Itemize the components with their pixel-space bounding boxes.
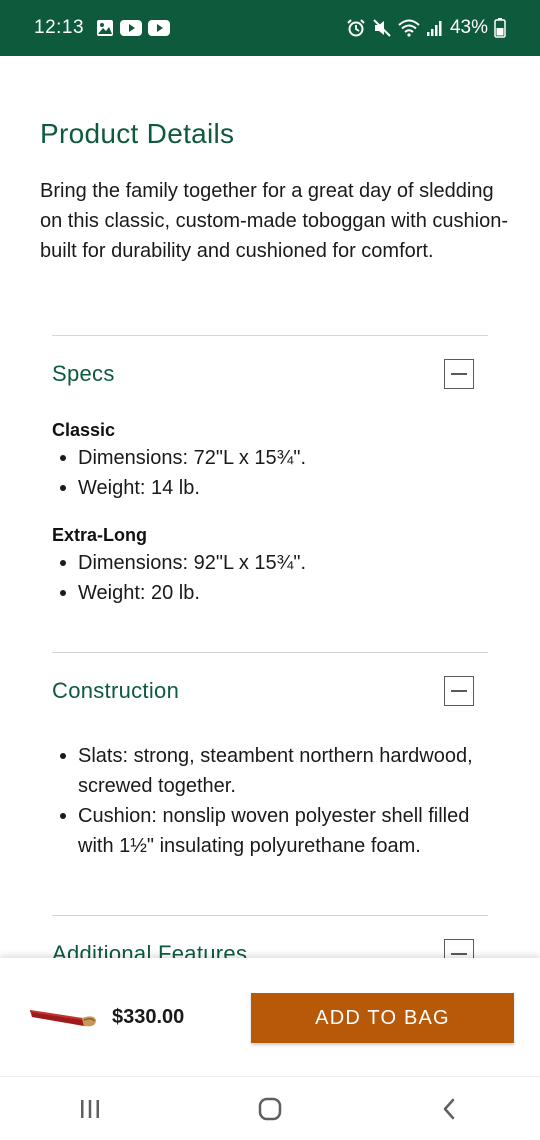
youtube-icon xyxy=(120,20,143,36)
list-item: Weight: 14 lb. xyxy=(52,473,488,503)
gallery-icon xyxy=(96,19,114,37)
specs-section: Specs Classic Dimensions: 72"L x 15¾". W… xyxy=(52,335,488,608)
status-left: 12:13 xyxy=(34,17,171,39)
collapse-additional-features-button[interactable] xyxy=(444,939,474,958)
spec-group-title: Extra-Long xyxy=(52,525,148,545)
specs-title: Specs xyxy=(52,361,115,386)
alarm-icon xyxy=(346,18,366,38)
specs-header[interactable]: Specs xyxy=(52,336,488,412)
price: $330.00 xyxy=(112,1006,185,1028)
additional-features-section: Additional Features xyxy=(52,915,488,958)
collapse-construction-button[interactable] xyxy=(444,676,474,706)
status-bar: 12:13 43% xyxy=(0,0,540,56)
construction-section: Construction Slats: strong, steambent no… xyxy=(52,652,488,861)
status-right: 43% xyxy=(346,17,506,39)
additional-features-header[interactable]: Additional Features xyxy=(52,916,488,958)
back-icon[interactable] xyxy=(420,1089,480,1129)
system-nav-bar xyxy=(0,1076,540,1140)
specs-body: Classic Dimensions: 72"L x 15¾". Weight:… xyxy=(52,412,488,608)
page-title: Product Details xyxy=(40,118,235,149)
spec-group-extra-long: Extra-Long Dimensions: 92"L x 15¾". Weig… xyxy=(52,525,488,608)
wifi-icon xyxy=(398,19,420,37)
additional-features-title: Additional Features xyxy=(52,941,248,958)
battery-percent: 43% xyxy=(449,17,488,38)
list-item: Dimensions: 92"L x 15¾". xyxy=(52,548,488,578)
list-item: Dimensions: 72"L x 15¾". xyxy=(52,443,488,473)
home-icon[interactable] xyxy=(240,1089,300,1129)
recents-icon[interactable] xyxy=(60,1089,120,1129)
product-details-content[interactable]: Product Details Bring the family togethe… xyxy=(0,56,540,958)
purchase-bar: $330.00 ADD TO BAG xyxy=(0,958,540,1076)
signal-icon xyxy=(426,19,444,37)
list-item: Weight: 20 lb. xyxy=(52,578,488,608)
spec-list: Dimensions: 72"L x 15¾". Weight: 14 lb. xyxy=(52,443,488,503)
spec-list: Dimensions: 92"L x 15¾". Weight: 20 lb. xyxy=(52,548,488,608)
mute-icon xyxy=(372,18,392,38)
list-item: Slats: strong, steambent northern hardwo… xyxy=(52,741,488,801)
collapse-specs-button[interactable] xyxy=(444,359,474,389)
product-thumbnail xyxy=(26,1004,98,1030)
spec-group-classic: Classic Dimensions: 72"L x 15¾". Weight:… xyxy=(52,420,488,503)
battery-icon xyxy=(494,18,506,38)
construction-header[interactable]: Construction xyxy=(52,653,488,729)
list-item: Cushion: nonslip woven polyester shell f… xyxy=(52,801,488,861)
add-to-bag-button[interactable]: ADD TO BAG xyxy=(251,993,514,1043)
youtube-icon xyxy=(148,20,171,36)
construction-title: Construction xyxy=(52,678,180,703)
spec-group-title: Classic xyxy=(52,420,116,440)
construction-list: Slats: strong, steambent northern hardwo… xyxy=(52,729,488,861)
product-description: Bring the family together for a great da… xyxy=(40,180,509,262)
status-time: 12:13 xyxy=(34,17,85,38)
